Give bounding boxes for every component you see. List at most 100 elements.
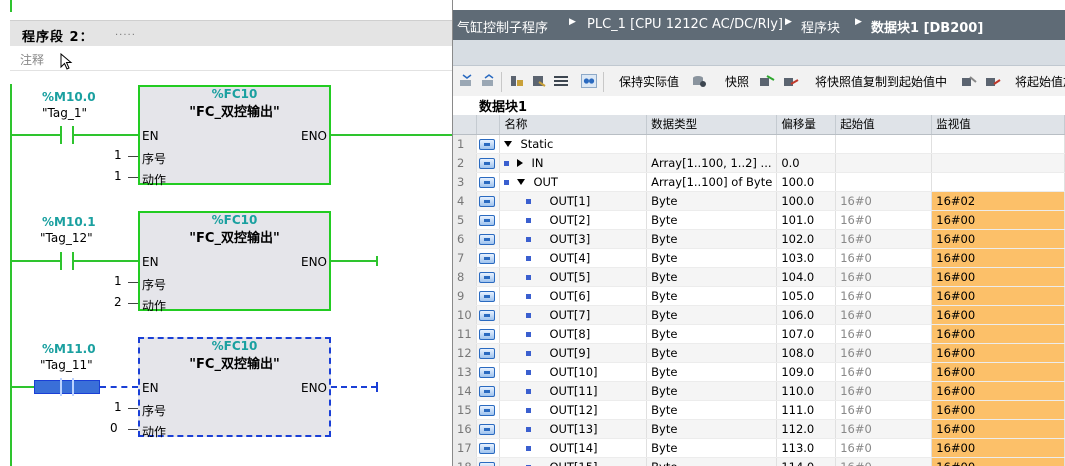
datatype-cell[interactable]: Byte (646, 457, 778, 466)
collapse-arrow-icon[interactable] (504, 141, 513, 147)
table-row[interactable]: 2 IN Array[1..100, 1..2] ... 0.0 (453, 153, 1065, 173)
offset-cell[interactable]: 113.0 (776, 438, 837, 458)
row-number[interactable]: 11 (453, 324, 478, 344)
start-value-cell[interactable]: 16#0 (835, 343, 933, 363)
row-number[interactable]: 1 (453, 134, 478, 154)
column-header-monitor[interactable]: 监视值 (931, 115, 1065, 135)
collapse-all-icon[interactable] (531, 74, 547, 88)
datatype-cell[interactable]: Byte (646, 362, 778, 382)
datatype-cell[interactable]: Byte (646, 419, 778, 439)
offset-cell[interactable]: 114.0 (776, 457, 837, 466)
table-row[interactable]: 16 OUT[13] Byte 112.0 16#0 16#00 (453, 419, 1065, 439)
start-value-cell[interactable]: 16#0 (835, 324, 933, 344)
offset-cell[interactable]: 100.0 (776, 191, 837, 211)
selected-contact[interactable] (34, 380, 100, 394)
monitor-value-cell[interactable]: 16#00 (931, 343, 1065, 363)
table-row[interactable]: 7 OUT[4] Byte 103.0 16#0 16#00 (453, 248, 1065, 268)
pin-value[interactable]: 1 (114, 169, 122, 183)
offset-cell[interactable]: 103.0 (776, 248, 837, 268)
row-number[interactable]: 6 (453, 229, 478, 249)
offset-cell[interactable]: 110.0 (776, 381, 837, 401)
name-cell[interactable]: OUT[8] (499, 324, 648, 344)
monitor-value-cell[interactable]: 16#00 (931, 400, 1065, 420)
name-cell[interactable]: OUT (499, 172, 648, 192)
datatype-cell[interactable]: Byte (646, 191, 778, 211)
copy-to-start-icon[interactable] (783, 74, 799, 88)
table-row[interactable]: 6 OUT[3] Byte 102.0 16#0 16#00 (453, 229, 1065, 249)
keep-actual-values-button[interactable]: 保持实际值 (619, 73, 679, 90)
row-number[interactable]: 3 (453, 172, 478, 192)
datatype-cell[interactable]: Byte (646, 438, 778, 458)
datatype-cell[interactable]: Byte (646, 286, 778, 306)
start-value-cell[interactable]: 16#0 (835, 457, 933, 466)
row-number[interactable]: 5 (453, 210, 478, 230)
table-row[interactable]: 11 OUT[8] Byte 107.0 16#0 16#00 (453, 324, 1065, 344)
row-number[interactable]: 15 (453, 400, 478, 420)
monitor-value-cell[interactable]: 16#00 (931, 324, 1065, 344)
load-start-values-button[interactable]: 将起始值加 (1015, 73, 1065, 90)
name-cell[interactable]: OUT[11] (499, 381, 648, 401)
function-block[interactable]: %FC10 "FC_双控输出" EN ENO 序号 动作 (138, 211, 331, 313)
table-row[interactable]: 3 OUT Array[1..100] of Byte 100.0 (453, 172, 1065, 192)
datatype-cell[interactable] (646, 134, 778, 154)
start-value-cell[interactable]: 16#0 (835, 267, 933, 287)
start-value-cell[interactable] (835, 153, 933, 173)
collapse-arrow-icon[interactable] (517, 179, 526, 185)
pin-value[interactable]: 1 (114, 400, 122, 414)
start-value-cell[interactable]: 16#0 (835, 381, 933, 401)
monitor-value-cell[interactable]: 16#00 (931, 305, 1065, 325)
datatype-cell[interactable]: Byte (646, 400, 778, 420)
load-start-icon[interactable] (961, 74, 977, 88)
start-value-cell[interactable]: 16#0 (835, 210, 933, 230)
monitor-value-cell[interactable] (931, 172, 1065, 192)
breadcrumb-program-blocks[interactable]: 程序块 (801, 17, 840, 36)
column-header-datatype[interactable]: 数据类型 (646, 115, 778, 135)
datatype-cell[interactable]: Byte (646, 343, 778, 363)
row-number[interactable]: 8 (453, 267, 478, 287)
offset-cell[interactable]: 112.0 (776, 419, 837, 439)
name-cell[interactable]: OUT[6] (499, 286, 648, 306)
offset-cell[interactable]: 102.0 (776, 229, 837, 249)
table-row[interactable]: 1 Static (453, 134, 1065, 154)
row-number[interactable]: 7 (453, 248, 478, 268)
row-number[interactable]: 14 (453, 381, 478, 401)
start-value-cell[interactable]: 16#0 (835, 438, 933, 458)
table-row[interactable]: 4 OUT[1] Byte 100.0 16#0 16#02 (453, 191, 1065, 211)
start-value-cell[interactable]: 16#0 (835, 191, 933, 211)
function-block[interactable]: %FC10 "FC_双控输出" EN ENO 序号 动作 (138, 85, 331, 187)
offset-cell[interactable]: 100.0 (776, 172, 837, 192)
offset-cell[interactable]: 104.0 (776, 267, 837, 287)
name-cell[interactable]: Static (499, 134, 648, 154)
row-number[interactable]: 4 (453, 191, 478, 211)
add-row-icon[interactable] (481, 74, 497, 88)
snapshot-button[interactable]: 快照 (725, 73, 749, 90)
name-cell[interactable]: OUT[9] (499, 343, 648, 363)
expand-all-icon[interactable] (509, 74, 525, 88)
offset-cell[interactable]: 108.0 (776, 343, 837, 363)
column-header-start[interactable]: 起始值 (835, 115, 933, 135)
table-row[interactable]: 17 OUT[14] Byte 113.0 16#0 16#00 (453, 438, 1065, 458)
monitor-value-cell[interactable] (931, 153, 1065, 173)
monitor-value-cell[interactable]: 16#00 (931, 210, 1065, 230)
table-row[interactable]: 8 OUT[5] Byte 104.0 16#0 16#00 (453, 267, 1065, 287)
monitor-value-cell[interactable]: 16#00 (931, 229, 1065, 249)
start-value-cell[interactable]: 16#0 (835, 229, 933, 249)
start-value-cell[interactable]: 16#0 (835, 248, 933, 268)
offset-cell[interactable]: 106.0 (776, 305, 837, 325)
name-cell[interactable]: OUT[5] (499, 267, 648, 287)
contact-left-bar[interactable] (60, 252, 62, 270)
datatype-cell[interactable]: Byte (646, 229, 778, 249)
row-number[interactable]: 10 (453, 305, 478, 325)
monitor-value-cell[interactable]: 16#00 (931, 381, 1065, 401)
function-block-selected[interactable]: %FC10 "FC_双控输出" EN ENO 序号 动作 (138, 337, 331, 439)
name-cell[interactable]: OUT[7] (499, 305, 648, 325)
monitor-value-cell[interactable]: 16#00 (931, 438, 1065, 458)
datatype-cell[interactable]: Byte (646, 210, 778, 230)
breadcrumb-project[interactable]: 气缸控制子程序 (457, 17, 548, 36)
offset-cell[interactable]: 101.0 (776, 210, 837, 230)
datatype-cell[interactable]: Byte (646, 248, 778, 268)
contact-left-bar[interactable] (60, 126, 62, 144)
start-value-cell[interactable]: 16#0 (835, 286, 933, 306)
pin-value[interactable]: 1 (114, 148, 122, 162)
row-number[interactable]: 2 (453, 153, 478, 173)
